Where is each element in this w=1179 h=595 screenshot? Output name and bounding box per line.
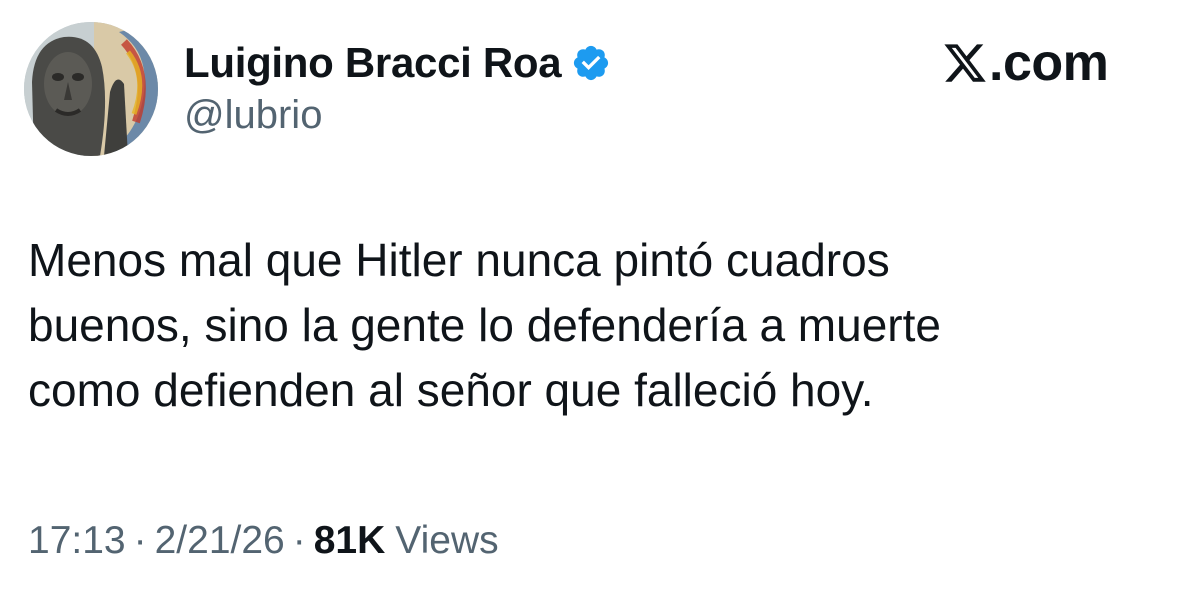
meta-separator: ·: [133, 519, 147, 562]
tweet-line: como defienden al señor que falleció hoy…: [28, 364, 874, 416]
tweet-metadata: 17:13 · 2/21/26 · 81K Views: [28, 515, 499, 567]
meta-separator: ·: [292, 519, 306, 562]
tweet-line: Menos mal que Hitler nunca pintó cuadros: [28, 234, 890, 286]
views-count: 81K: [313, 519, 386, 562]
x-logo-icon: [942, 40, 988, 86]
author-display-name[interactable]: Luigino Bracci Roa: [184, 39, 562, 87]
author-handle[interactable]: @lubrio: [184, 93, 322, 138]
tweet-body: Menos mal que Hitler nunca pintó cuadros…: [28, 228, 1128, 423]
tweet-date[interactable]: 2/21/26: [155, 519, 285, 563]
views-label: Views: [395, 519, 499, 562]
profile-avatar[interactable]: [24, 22, 158, 156]
brand-domain-text: .com: [989, 34, 1109, 92]
brand-logo: .com: [942, 33, 1109, 93]
verified-badge-icon: [571, 43, 611, 83]
avatar-image: [24, 22, 158, 156]
tweet-time[interactable]: 17:13: [28, 519, 126, 563]
tweet-line: buenos, sino la gente lo defendería a mu…: [28, 299, 941, 351]
author-name-row: Luigino Bracci Roa: [184, 37, 611, 89]
tweet-card: Luigino Bracci Roa @lubrio .com Menos ma…: [0, 0, 1179, 595]
